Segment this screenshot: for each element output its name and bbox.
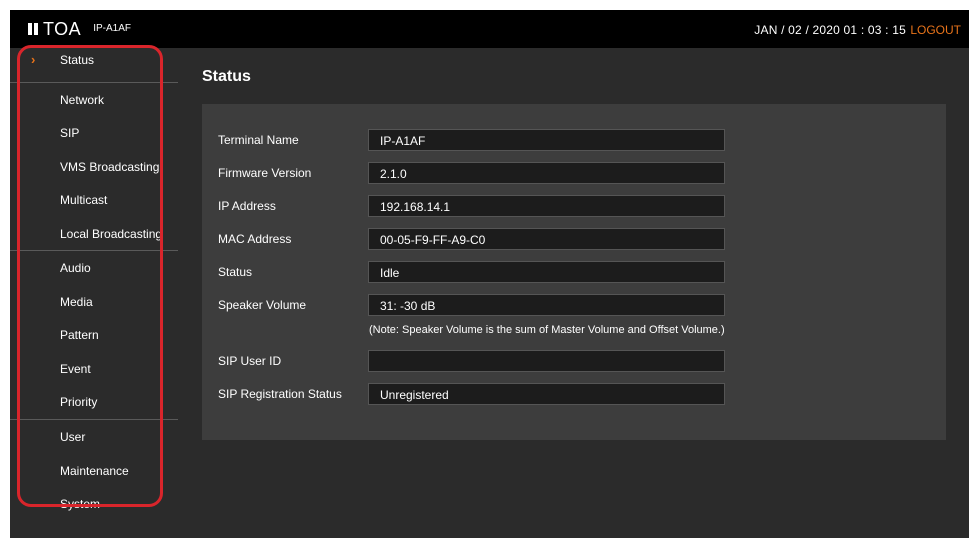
sidebar-item-status[interactable]: › Status — [10, 48, 178, 81]
sip-registration-status-label: SIP Registration Status — [218, 387, 342, 401]
sip-registration-status-field[interactable]: Unregistered — [368, 383, 725, 405]
sidebar-item-network[interactable]: Network — [10, 83, 178, 116]
sidebar-item-priority[interactable]: Priority — [10, 385, 178, 418]
model-name: IP-A1AF — [93, 23, 131, 34]
ip-address-label: IP Address — [218, 199, 276, 213]
speaker-volume-note: (Note: Speaker Volume is the sum of Mast… — [369, 324, 725, 336]
sidebar-item-label: VMS Broadcasting — [60, 160, 160, 174]
sidebar-item-label: Event — [60, 362, 91, 376]
sidebar-item-maintenance[interactable]: Maintenance — [10, 454, 178, 487]
ip-address-field[interactable]: 192.168.14.1 — [368, 195, 725, 217]
sidebar-item-label: Priority — [60, 395, 98, 409]
toa-logo-icon — [28, 23, 38, 35]
sip-user-id-field[interactable] — [368, 350, 725, 372]
page-title: Status — [202, 68, 251, 85]
speaker-volume-label: Speaker Volume — [218, 298, 307, 312]
sidebar-item-local-broadcasting[interactable]: Local Broadcasting — [10, 217, 178, 250]
speaker-volume-field[interactable]: 31: -30 dB — [368, 294, 725, 316]
status-field[interactable]: Idle — [368, 261, 725, 283]
sidebar-item-audio[interactable]: Audio — [10, 251, 178, 284]
sidebar-item-event[interactable]: Event — [10, 352, 178, 385]
sidebar-item-label: SIP — [60, 126, 80, 140]
sidebar-item-sip[interactable]: SIP — [10, 116, 178, 149]
sidebar-item-label: System — [60, 497, 101, 511]
sidebar-item-user[interactable]: User — [10, 420, 178, 453]
sidebar-item-multicast[interactable]: Multicast — [10, 183, 178, 216]
sidebar-item-label: Pattern — [60, 328, 99, 342]
sidebar-item-media[interactable]: Media — [10, 285, 178, 318]
datetime-display: JAN / 02 / 2020 01 : 03 : 15 — [754, 23, 906, 37]
status-label: Status — [218, 265, 253, 279]
sidebar-item-system[interactable]: System — [10, 487, 178, 520]
terminal-name-label: Terminal Name — [218, 133, 299, 147]
sidebar-item-label: Local Broadcasting — [60, 227, 163, 241]
mac-address-label: MAC Address — [218, 232, 292, 246]
mac-address-field[interactable]: 00-05-F9-FF-A9-C0 — [368, 228, 725, 250]
sidebar-item-label: Maintenance — [60, 464, 129, 478]
sidebar-item-pattern[interactable]: Pattern — [10, 318, 178, 351]
sidebar-item-label: User — [60, 430, 86, 444]
header-bar: TOA IP-A1AF JAN / 02 / 2020 01 : 03 : 15… — [10, 10, 969, 48]
sidebar-item-vms-broadcasting[interactable]: VMS Broadcasting — [10, 150, 178, 183]
logout-link[interactable]: LOGOUT — [910, 23, 961, 37]
chevron-right-icon: › — [31, 52, 36, 67]
toa-logo: TOA IP-A1AF — [28, 20, 131, 38]
brand-name: TOA — [43, 19, 82, 39]
firmware-version-field[interactable]: 2.1.0 — [368, 162, 725, 184]
terminal-name-field[interactable]: IP-A1AF — [368, 129, 725, 151]
sidebar-item-label: Multicast — [60, 193, 108, 207]
sidebar-item-label: Media — [60, 295, 93, 309]
sip-user-id-label: SIP User ID — [218, 354, 282, 368]
sidebar-item-label: Audio — [60, 261, 91, 275]
firmware-version-label: Firmware Version — [218, 166, 312, 180]
sidebar-item-label: Status — [60, 53, 95, 67]
sidebar-item-label: Network — [60, 93, 105, 107]
